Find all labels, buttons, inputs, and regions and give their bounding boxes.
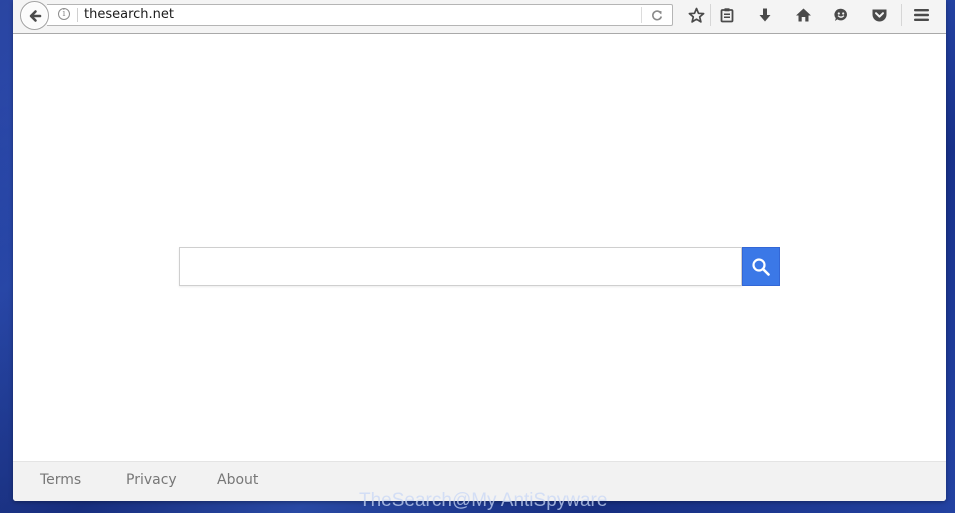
browser-window: i thesearch.net Terms Privacy About bbox=[13, 0, 946, 501]
search-button[interactable] bbox=[742, 247, 780, 286]
star-icon[interactable] bbox=[686, 5, 706, 25]
info-icon[interactable]: i bbox=[58, 8, 70, 20]
clipboard-icon[interactable] bbox=[717, 5, 737, 25]
urlbar-divider bbox=[77, 8, 78, 22]
hamburger-menu-icon[interactable] bbox=[911, 5, 931, 25]
page-content bbox=[13, 34, 946, 461]
address-bar[interactable]: i thesearch.net bbox=[47, 4, 673, 26]
home-icon[interactable] bbox=[793, 5, 813, 25]
arrow-left-icon bbox=[27, 8, 43, 24]
search-box bbox=[179, 247, 742, 286]
pocket-icon[interactable] bbox=[869, 5, 889, 25]
watermark-text: TheSearch@My AntiSpyware bbox=[359, 490, 608, 511]
toolbar-divider bbox=[901, 4, 902, 26]
search-icon bbox=[751, 257, 771, 277]
toolbar-divider bbox=[710, 4, 711, 26]
footer-link-privacy[interactable]: Privacy bbox=[126, 472, 177, 488]
download-arrow-icon[interactable] bbox=[755, 5, 775, 25]
reload-icon[interactable] bbox=[647, 7, 667, 23]
reload-divider bbox=[641, 7, 642, 23]
footer-link-terms[interactable]: Terms bbox=[40, 472, 81, 488]
navigation-toolbar: i thesearch.net bbox=[13, 0, 946, 34]
search-input[interactable] bbox=[180, 248, 741, 285]
chat-smile-icon[interactable] bbox=[831, 5, 851, 25]
back-button[interactable] bbox=[20, 1, 49, 30]
footer-link-about[interactable]: About bbox=[217, 472, 258, 488]
url-text[interactable]: thesearch.net bbox=[84, 6, 174, 24]
